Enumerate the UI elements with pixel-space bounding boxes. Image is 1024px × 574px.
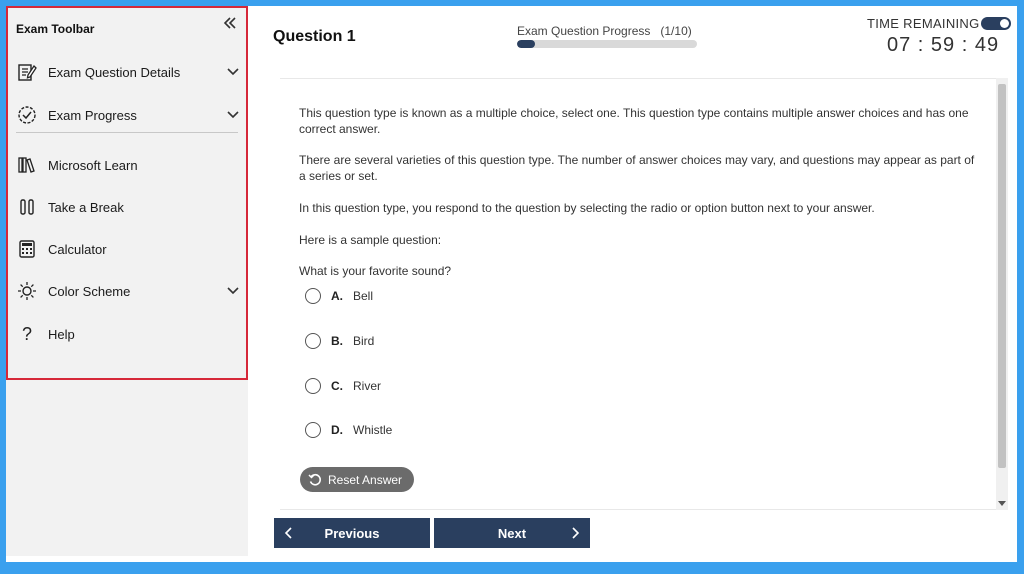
scroll-down-icon[interactable] (997, 498, 1007, 508)
previous-label: Previous (324, 525, 380, 541)
sidebar-item-microsoft-learn[interactable]: Microsoft Learn (10, 151, 242, 179)
answer-option-b[interactable]: B. Bird (305, 331, 374, 351)
question-paragraph: There are several varieties of this ques… (299, 153, 975, 183)
chevron-left-icon (284, 527, 292, 539)
chevron-down-icon (227, 68, 239, 76)
option-letter: A. (331, 289, 343, 303)
sidebar-title: Exam Toolbar (16, 22, 95, 36)
sidebar-item-color-scheme[interactable]: Color Scheme (10, 277, 242, 305)
chevron-down-icon (227, 111, 239, 119)
scroll-thumb[interactable] (998, 84, 1006, 468)
chevron-right-icon (572, 527, 580, 539)
option-text: Bell (353, 289, 374, 303)
option-text: River (353, 379, 382, 393)
exam-progress-bar (517, 40, 697, 48)
sidebar-item-calculator[interactable]: Calculator (10, 235, 242, 263)
reset-icon (308, 473, 321, 485)
reset-answer-label: Reset Answer (328, 472, 403, 487)
sidebar-item-help[interactable]: ? Help (10, 320, 242, 348)
check-circle-icon (14, 104, 40, 126)
sidebar-item-label: Exam Progress (48, 107, 137, 123)
books-icon (14, 154, 40, 176)
sidebar-item-exam-question-details[interactable]: Exam Question Details (10, 58, 242, 86)
sidebar-item-label: Take a Break (48, 199, 124, 215)
double-chevron-left-icon (223, 17, 236, 29)
sidebar-item-take-a-break[interactable]: Take a Break (10, 193, 242, 221)
question-paragraph: Here is a sample question: (299, 233, 442, 247)
exam-toolbar: Exam Toolbar Exam Question Details Exam … (6, 6, 248, 380)
option-text: Whistle (353, 423, 393, 437)
chevron-down-icon (227, 287, 239, 295)
question-paragraph: This question type is known as a multipl… (299, 106, 969, 136)
sidebar-item-label: Color Scheme (48, 283, 131, 299)
option-letter: C. (331, 379, 343, 393)
sidebar-item-label: Help (48, 326, 75, 342)
next-label: Next (497, 525, 527, 541)
question-paragraph: In this question type, you respond to th… (299, 201, 875, 215)
radio-button[interactable] (305, 333, 321, 349)
question-icon: ? (21, 323, 32, 344)
collapse-sidebar-button[interactable] (220, 16, 240, 34)
radio-button[interactable] (305, 378, 321, 394)
previous-button[interactable]: Previous (274, 518, 430, 548)
edit-icon (14, 61, 40, 83)
progress-label-text: Exam Question Progress (517, 24, 651, 38)
reset-answer-button[interactable]: Reset Answer (300, 467, 414, 492)
sidebar-item-label: Calculator (48, 241, 107, 257)
next-button[interactable]: Next (434, 518, 590, 548)
answer-option-d[interactable]: D. Whistle (305, 420, 392, 440)
progress-count: (1/10) (660, 24, 692, 38)
sidebar-item-exam-progress[interactable]: Exam Progress (10, 101, 242, 129)
exam-progress-label: Exam Question Progress (1/10) (517, 24, 692, 38)
content-scrollbar[interactable] (996, 78, 1008, 510)
question-prompt: What is your favorite sound? (299, 264, 452, 278)
frame-bottom (0, 562, 1024, 574)
pause-icon (14, 196, 40, 218)
time-remaining-label: TIME REMAINING (867, 16, 980, 31)
question-content (280, 78, 996, 510)
sidebar-divider (16, 132, 238, 133)
calculator-icon (14, 238, 40, 260)
question-title: Question 1 (273, 28, 356, 45)
answer-option-c[interactable]: C. River (305, 376, 381, 396)
radio-button[interactable] (305, 288, 321, 304)
time-remaining-value: 07 : 59 : 49 (887, 34, 1000, 56)
timer-toggle[interactable] (981, 17, 1011, 30)
sidebar-item-label: Microsoft Learn (48, 157, 138, 173)
option-text: Bird (353, 334, 375, 348)
option-letter: B. (331, 334, 343, 348)
toggle-knob (1000, 19, 1009, 28)
exam-progress-fill (517, 40, 535, 48)
radio-button[interactable] (305, 422, 321, 438)
sun-icon (14, 280, 40, 302)
answer-option-a[interactable]: A. Bell (305, 286, 373, 306)
sidebar-item-label: Exam Question Details (48, 64, 181, 80)
frame-right (1017, 0, 1024, 574)
option-letter: D. (331, 423, 343, 437)
